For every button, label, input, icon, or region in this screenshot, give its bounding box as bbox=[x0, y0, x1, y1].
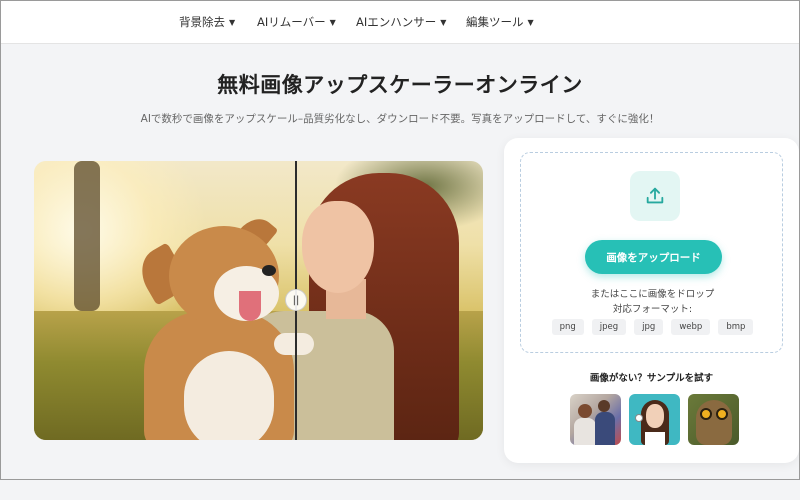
before-after-image-comparison[interactable]: || bbox=[34, 161, 483, 440]
nav-item-background-removal[interactable]: 背景除去 ▼ bbox=[179, 14, 235, 30]
woman-face bbox=[302, 201, 374, 293]
format-badge: png bbox=[551, 319, 584, 335]
format-badge: webp bbox=[671, 319, 711, 335]
person-head bbox=[578, 404, 592, 418]
nav-item-ai-enhancer[interactable]: AIエンハンサー ▼ bbox=[356, 14, 446, 30]
format-badge: bmp bbox=[718, 319, 754, 335]
chevron-down-icon: ▼ bbox=[440, 17, 447, 27]
dog-paw bbox=[274, 333, 314, 355]
format-badges: png jpeg jpg webp bmp bbox=[521, 319, 784, 335]
nav-item-ai-remover[interactable]: AIリムーバー ▼ bbox=[257, 14, 336, 30]
owl-body bbox=[696, 400, 732, 445]
drop-hint-text: またはここに画像をドロップ bbox=[590, 289, 715, 300]
person-head bbox=[598, 400, 610, 412]
sample-images-title: 画像がない？サンプルを試す bbox=[589, 373, 714, 384]
sample-image-girl[interactable] bbox=[629, 394, 680, 445]
nav-item-edit-tools[interactable]: 編集ツール ▼ bbox=[466, 14, 534, 30]
upload-image-button[interactable]: 画像をアップロード bbox=[585, 240, 722, 274]
sample-image-couple[interactable] bbox=[570, 394, 621, 445]
chevron-down-icon: ▼ bbox=[229, 17, 236, 27]
dog-nose bbox=[262, 265, 276, 276]
supported-formats-label: 対応フォーマット: bbox=[612, 304, 693, 315]
sample-image-owl[interactable] bbox=[688, 394, 739, 445]
nav-item-label: 背景除去 bbox=[179, 15, 225, 29]
sample-images-list bbox=[570, 394, 739, 445]
drag-handle-icon[interactable]: || bbox=[285, 289, 307, 311]
chevron-down-icon: ▼ bbox=[329, 17, 336, 27]
nav-item-label: 編集ツール bbox=[466, 15, 524, 29]
owl-eye bbox=[716, 408, 728, 420]
top-nav: 背景除去 ▼ AIリムーバー ▼ AIエンハンサー ▼ 編集ツール ▼ bbox=[1, 1, 799, 44]
format-badge: jpeg bbox=[591, 319, 627, 335]
upload-icon[interactable] bbox=[630, 171, 680, 221]
person-body bbox=[595, 412, 615, 445]
page-subtitle: AIで数秒で画像をアップスケール–品質劣化なし、ダウンロード不要。写真をアップロ… bbox=[140, 113, 660, 125]
compare-handle-icon bbox=[635, 414, 643, 422]
chevron-down-icon: ▼ bbox=[527, 17, 534, 27]
page-title: 無料画像アップスケーラーオンライン bbox=[217, 73, 583, 97]
girl-face bbox=[646, 404, 664, 428]
nav-item-label: AIリムーバー bbox=[257, 15, 326, 29]
upload-panel: 画像をアップロード またはここに画像をドロップ 対応フォーマット: png jp… bbox=[504, 138, 799, 463]
owl-eye bbox=[700, 408, 712, 420]
nav-item-label: AIエンハンサー bbox=[356, 15, 437, 29]
girl-collar bbox=[645, 432, 665, 445]
person-body bbox=[574, 418, 596, 445]
format-badge: jpg bbox=[634, 319, 664, 335]
dog-tongue bbox=[239, 291, 261, 321]
dog-chest bbox=[184, 351, 274, 440]
image-dropzone[interactable]: 画像をアップロード またはここに画像をドロップ 対応フォーマット: png jp… bbox=[520, 152, 783, 353]
tree-trunk bbox=[74, 161, 100, 311]
app-frame: 背景除去 ▼ AIリムーバー ▼ AIエンハンサー ▼ 編集ツール ▼ 無料画像… bbox=[0, 0, 800, 480]
